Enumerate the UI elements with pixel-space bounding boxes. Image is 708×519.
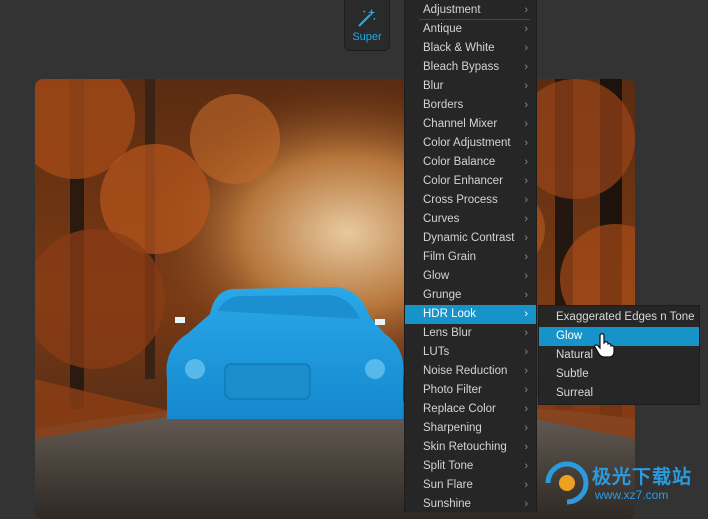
menu-item-color-adjustment[interactable]: Color Adjustment › [405,134,536,153]
menu-item-replace-color[interactable]: Replace Color › [405,400,536,419]
menu-item-luts[interactable]: LUTs › [405,343,536,362]
chevron-right-icon: › [524,4,528,16]
menu-item-label: Color Adjustment [423,137,511,149]
menu-item-label: HDR Look [423,308,477,320]
menu-item-label: Bleach Bypass [423,61,500,73]
chevron-right-icon: › [524,460,528,472]
chevron-right-icon: › [524,422,528,434]
hdr-look-submenu: Exaggerated Edges n Tone Glow Natural Subtl… [538,305,700,405]
menu-item-blur[interactable]: Blur › [405,77,536,96]
menu-item-label: Film Grain [423,251,477,263]
menu-item-color-balance[interactable]: Color Balance › [405,153,536,172]
menu-item-label: Color Enhancer [423,175,503,187]
chevron-right-icon: › [524,289,528,301]
submenu-item-glow[interactable]: Glow [539,327,699,346]
menu-item-label: Black & White [423,42,495,54]
menu-item-borders[interactable]: Borders › [405,96,536,115]
chevron-right-icon: › [524,156,528,168]
chevron-right-icon: › [524,175,528,187]
menu-item-label: Curves [423,213,460,225]
menu-item-lens-blur[interactable]: Lens Blur › [405,324,536,343]
menu-item-label: Antique [423,23,463,35]
chevron-right-icon: › [524,42,528,54]
menu-item-curves[interactable]: Curves › [405,210,536,229]
menu-item-label: Skin Retouching [423,441,507,453]
menu-item-grunge[interactable]: Grunge › [405,286,536,305]
submenu-item-exaggerated-edges-n-tone[interactable]: Exaggerated Edges n Tone [539,308,699,327]
menu-item-split-tone[interactable]: Split Tone › [405,457,536,476]
menu-item-antique[interactable]: Antique › [405,20,536,39]
menu-item-label: Cross Process [423,194,498,206]
watermark-logo-icon [545,461,589,505]
menu-item-label: Split Tone [423,460,474,472]
menu-item-label: Glow [423,270,450,282]
submenu-item-subtle[interactable]: Subtle [539,365,699,384]
chevron-right-icon: › [524,137,528,149]
chevron-right-icon: › [524,99,528,111]
menu-item-label: Dynamic Contrast [423,232,515,244]
super-label: Super [352,31,382,43]
filter-menu: Adjustment › Antique › Black & White › Bleach … [404,0,537,512]
menu-item-label: Lens Blur [423,327,472,339]
menu-item-sunshine[interactable]: Sunshine › [405,495,536,512]
chevron-right-icon: › [524,270,528,282]
menu-item-label: Sharpening [423,422,482,434]
menu-item-film-grain[interactable]: Film Grain › [405,248,536,267]
chevron-right-icon: › [524,403,528,415]
chevron-right-icon: › [524,384,528,396]
menu-item-label: Grunge [423,289,462,301]
watermark-title: 极光下载站 [592,467,693,488]
menu-item-sharpening[interactable]: Sharpening › [405,419,536,438]
chevron-right-icon: › [524,194,528,206]
menu-item-label: Photo Filter [423,384,482,396]
chevron-right-icon: › [524,308,528,320]
menu-item-photo-filter[interactable]: Photo Filter › [405,381,536,400]
menu-item-label: Blur [423,80,444,92]
magic-wand-icon [358,8,376,27]
super-tool-button[interactable]: Super [344,0,390,51]
chevron-right-icon: › [524,479,528,491]
menu-item-noise-reduction[interactable]: Noise Reduction › [405,362,536,381]
menu-item-glow[interactable]: Glow › [405,267,536,286]
chevron-right-icon: › [524,346,528,358]
menu-item-label: Noise Reduction [423,365,508,377]
chevron-right-icon: › [524,80,528,92]
menu-item-label: Color Balance [423,156,496,168]
chevron-right-icon: › [524,251,528,263]
chevron-right-icon: › [524,61,528,73]
autumn-car-photo [35,79,635,519]
chevron-right-icon: › [524,118,528,130]
menu-item-label: Borders [423,99,464,111]
chevron-right-icon: › [524,232,528,244]
menu-item-label: Replace Color [423,403,496,415]
menu-item-label: Sunshine [423,498,471,510]
submenu-item-surreal[interactable]: Surreal [539,384,699,403]
chevron-right-icon: › [524,327,528,339]
menu-item-sun-flare[interactable]: Sun Flare › [405,476,536,495]
menu-item-color-enhancer[interactable]: Color Enhancer › [405,172,536,191]
menu-item-skin-retouching[interactable]: Skin Retouching › [405,438,536,457]
chevron-right-icon: › [524,23,528,35]
chevron-right-icon: › [524,441,528,453]
hand-pointer-icon [594,333,615,358]
menu-item-adjustment[interactable]: Adjustment › [405,1,536,20]
menu-item-hdr-look[interactable]: HDR Look › [405,305,536,324]
chevron-right-icon: › [524,365,528,377]
watermark-url: www.xz7.com [595,488,669,502]
chevron-right-icon: › [524,498,528,510]
chevron-right-icon: › [524,213,528,225]
submenu-item-natural[interactable]: Natural [539,346,699,365]
menu-item-channel-mixer[interactable]: Channel Mixer › [405,115,536,134]
menu-item-label: Channel Mixer [423,118,498,130]
watermark: 极光下载站 www.xz7.com [540,458,705,510]
menu-item-label: Sun Flare [423,479,473,491]
menu-item-label: LUTs [423,346,450,358]
menu-item-black-white[interactable]: Black & White › [405,39,536,58]
photo-canvas[interactable] [35,79,635,519]
menu-item-bleach-bypass[interactable]: Bleach Bypass › [405,58,536,77]
menu-item-label: Adjustment [423,4,481,16]
menu-item-dynamic-contrast[interactable]: Dynamic Contrast › [405,229,536,248]
menu-item-cross-process[interactable]: Cross Process › [405,191,536,210]
